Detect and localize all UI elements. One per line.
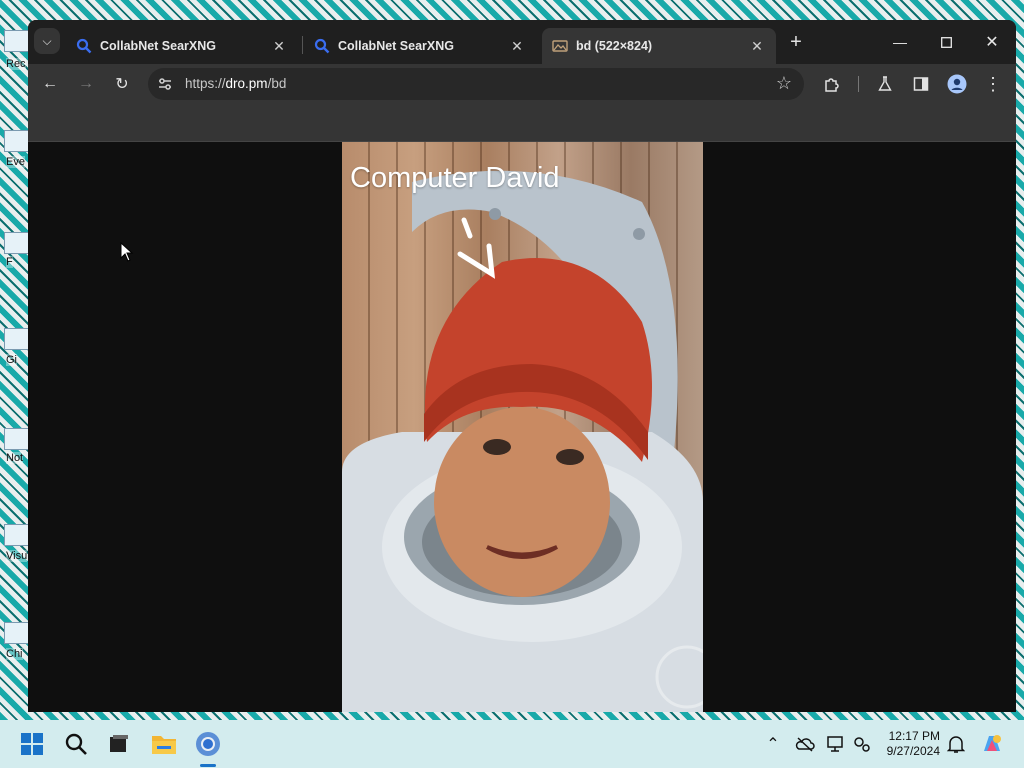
- system-clock[interactable]: 12:17 PM 9/27/2024: [887, 729, 940, 759]
- desktop-icon-label: Rec: [6, 58, 26, 70]
- close-window-icon[interactable]: ✕: [972, 28, 1012, 56]
- bookmark-star-icon[interactable]: ☆: [776, 73, 792, 94]
- image-caption: Computer David: [350, 162, 560, 194]
- image-icon: [552, 38, 568, 54]
- tab-searxng-1[interactable]: CollabNet SearXNG ✕: [66, 28, 298, 64]
- bookmark-bar: [28, 104, 1016, 142]
- file-explorer-icon[interactable]: [148, 728, 180, 760]
- labs-flask-icon[interactable]: [871, 70, 899, 98]
- tab-searxng-2[interactable]: CollabNet SearXNG ✕: [304, 28, 536, 64]
- tab-title: CollabNet SearXNG: [100, 39, 217, 53]
- minimize-icon[interactable]: —: [880, 28, 920, 56]
- copilot-icon[interactable]: [976, 728, 1008, 760]
- forward-arrow-icon[interactable]: →: [72, 70, 100, 98]
- url-host: dro.pm: [225, 76, 268, 91]
- address-bar[interactable]: https://dro.pm/bd ☆: [148, 68, 804, 100]
- tab-divider: [302, 36, 303, 54]
- side-panel-icon[interactable]: [907, 70, 935, 98]
- page-content: Computer David: [28, 142, 1016, 712]
- chrome-icon[interactable]: [192, 728, 224, 760]
- clock-date: 9/27/2024: [886, 744, 940, 758]
- active-app-indicator: [200, 764, 216, 767]
- new-tab-plus-icon[interactable]: +: [782, 28, 810, 56]
- search-icon[interactable]: [60, 728, 92, 760]
- back-arrow-icon[interactable]: ←: [36, 70, 64, 98]
- bell-icon[interactable]: [940, 728, 972, 760]
- url-path: /bd: [267, 76, 287, 91]
- menu-kebab-icon[interactable]: ⋮: [979, 70, 1007, 98]
- browser-window: ⌵ CollabNet SearXNG ✕ CollabNet SearXNG …: [28, 20, 1016, 712]
- desktop-icon-label: Eve: [6, 156, 25, 168]
- browser-toolbar: ← → ↻ https://dro.pm/bd ☆ ⋮: [28, 64, 1016, 104]
- close-tab-icon[interactable]: ✕: [748, 37, 766, 55]
- close-tab-icon[interactable]: ✕: [270, 37, 288, 55]
- clock-time: 12:17 PM: [888, 729, 940, 743]
- tab-strip: ⌵ CollabNet SearXNG ✕ CollabNet SearXNG …: [28, 20, 1016, 64]
- tab-title: bd (522×824): [576, 39, 653, 53]
- search-icon: [76, 38, 92, 54]
- extensions-puzzle-icon[interactable]: [818, 70, 846, 98]
- displayed-image[interactable]: Computer David: [342, 142, 703, 712]
- onedrive-icon[interactable]: [789, 728, 821, 760]
- windows-start-icon[interactable]: [16, 728, 48, 760]
- desktop-icon-label: Chi: [6, 648, 23, 660]
- desktop-icon-label: Not: [6, 452, 24, 464]
- url-scheme: https://: [185, 76, 226, 91]
- close-tab-icon[interactable]: ✕: [508, 37, 526, 55]
- desktop-icon-label: F: [6, 256, 13, 268]
- maximize-icon[interactable]: [926, 28, 966, 56]
- desktop-icon-label: Gi: [6, 354, 17, 366]
- chevron-up-icon[interactable]: ⌃: [757, 728, 789, 760]
- profile-avatar-icon[interactable]: [943, 70, 971, 98]
- taskbar: ⌃ 12:17 PM 9/27/2024: [0, 720, 1024, 768]
- desktop-icon-label: Visu: [6, 550, 28, 562]
- tab-search-chevron-icon[interactable]: ⌵: [34, 28, 60, 54]
- task-view-icon[interactable]: [103, 728, 135, 760]
- toolbar-divider: [858, 76, 859, 92]
- tab-image-bd[interactable]: bd (522×824) ✕: [542, 28, 776, 64]
- url-text: https://dro.pm/bd: [185, 76, 286, 91]
- toilet-boy-illustration: [342, 170, 703, 712]
- site-settings-icon[interactable]: [156, 75, 174, 93]
- search-icon: [314, 38, 330, 54]
- network-icon[interactable]: [846, 728, 878, 760]
- tab-title: CollabNet SearXNG: [338, 39, 455, 53]
- reload-icon[interactable]: ↻: [108, 70, 136, 98]
